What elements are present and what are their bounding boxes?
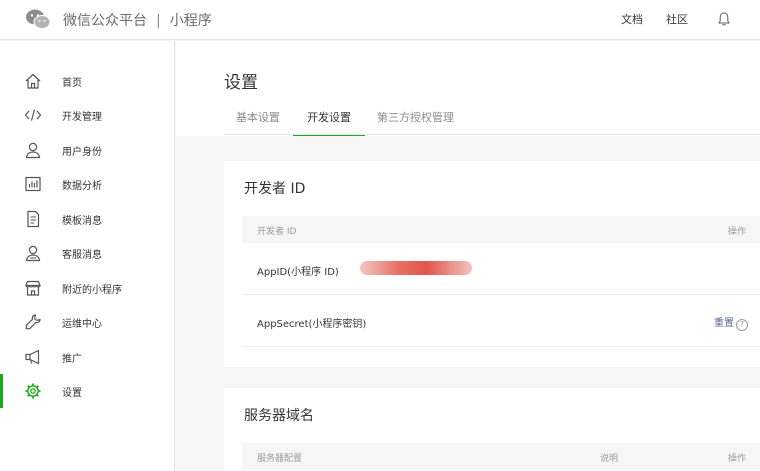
reset-label: 重置 <box>714 318 734 329</box>
server-domain-card: 服务器域名 服务器配置 说明 操作 <box>224 388 760 471</box>
sidebar-item-home[interactable]: 首页 <box>0 64 175 98</box>
appid-value-masked <box>360 261 472 275</box>
page-title: 设置 <box>224 73 258 93</box>
server-domain-table-header: 服务器配置 说明 操作 <box>242 443 760 470</box>
home-icon <box>25 73 41 89</box>
column-description: 说明 <box>600 454 619 464</box>
wrench-icon <box>25 314 41 330</box>
sidebar-item-label: 首页 <box>62 78 82 89</box>
platform-brand[interactable]: 微信公众平台 | 小程序 <box>63 10 212 30</box>
tab-third-party-authorization[interactable]: 第三方授权管理 <box>377 109 454 133</box>
code-icon <box>24 109 42 121</box>
appid-label: AppID(小程序 ID) <box>257 267 339 278</box>
chart-icon <box>25 176 41 192</box>
help-icon[interactable]: ? <box>736 319 748 331</box>
sidebar: 首页 开发管理 用户身份 数据分析 模板消息 客服消息 附近的小程序 运维中心 … <box>0 41 175 471</box>
developer-id-table-header: 开发者 ID 操作 <box>242 216 760 243</box>
sidebar-item-nearby-mini-programs[interactable]: 附近的小程序 <box>0 271 175 305</box>
sidebar-item-label: 客服消息 <box>62 250 102 261</box>
column-server-config: 服务器配置 <box>257 454 303 464</box>
column-action: 操作 <box>727 227 746 237</box>
megaphone-icon <box>25 349 40 365</box>
sidebar-item-customer-service[interactable]: 客服消息 <box>0 236 175 270</box>
wechat-logo-icon[interactable] <box>25 8 51 30</box>
sidebar-item-promotion[interactable]: 推广 <box>0 340 175 374</box>
docs-link[interactable]: 文档 <box>621 11 643 27</box>
reset-appsecret-button[interactable]: 重置? <box>714 314 748 331</box>
brand-name: 微信公众平台 <box>63 13 147 29</box>
store-icon <box>25 280 41 296</box>
product-name: 小程序 <box>169 13 212 29</box>
user-icon <box>25 142 41 159</box>
sidebar-item-label: 数据分析 <box>62 181 102 192</box>
settings-header: 设置 基本设置 开发设置 第三方授权管理 <box>176 41 760 136</box>
sidebar-item-label: 设置 <box>62 388 82 399</box>
bell-icon[interactable] <box>716 11 732 27</box>
sidebar-item-label: 开发管理 <box>62 112 102 123</box>
sidebar-item-label: 用户身份 <box>62 147 102 158</box>
sidebar-item-label: 运维中心 <box>62 319 102 330</box>
sidebar-item-label: 推广 <box>62 354 82 365</box>
sidebar-item-settings[interactable]: 设置 <box>0 374 175 408</box>
server-domain-title: 服务器域名 <box>244 408 314 424</box>
sidebar-item-label: 附近的小程序 <box>62 285 122 296</box>
gear-icon <box>25 383 41 399</box>
brand-separator: | <box>156 13 161 29</box>
sidebar-item-label: 模板消息 <box>62 216 102 227</box>
community-link[interactable]: 社区 <box>666 11 688 27</box>
developer-id-title: 开发者 ID <box>244 181 306 197</box>
tabs-divider <box>224 134 760 135</box>
table-row-appsecret: AppSecret(小程序密钥) 重置? <box>242 295 760 347</box>
top-bar: 微信公众平台 | 小程序 文档 社区 <box>0 0 760 40</box>
document-icon <box>27 210 40 228</box>
table-row-appid: AppID(小程序 ID) <box>242 243 760 295</box>
sidebar-item-user-identity[interactable]: 用户身份 <box>0 133 175 167</box>
appsecret-label: AppSecret(小程序密钥) <box>257 319 367 330</box>
tab-dev-settings[interactable]: 开发设置 <box>293 109 365 136</box>
sidebar-item-analytics[interactable]: 数据分析 <box>0 167 175 201</box>
sidebar-item-dev-management[interactable]: 开发管理 <box>0 98 175 132</box>
sidebar-item-template-messages[interactable]: 模板消息 <box>0 202 175 236</box>
sidebar-item-ops-center[interactable]: 运维中心 <box>0 305 175 339</box>
tab-basic-settings[interactable]: 基本设置 <box>236 109 280 133</box>
column-developer-id: 开发者 ID <box>257 227 297 237</box>
customer-service-icon <box>25 245 41 262</box>
main-content: 设置 基本设置 开发设置 第三方授权管理 开发者 ID 开发者 ID 操作 Ap… <box>176 41 760 471</box>
column-action: 操作 <box>727 454 746 464</box>
developer-id-card: 开发者 ID 开发者 ID 操作 AppID(小程序 ID) AppSecret… <box>224 161 760 367</box>
